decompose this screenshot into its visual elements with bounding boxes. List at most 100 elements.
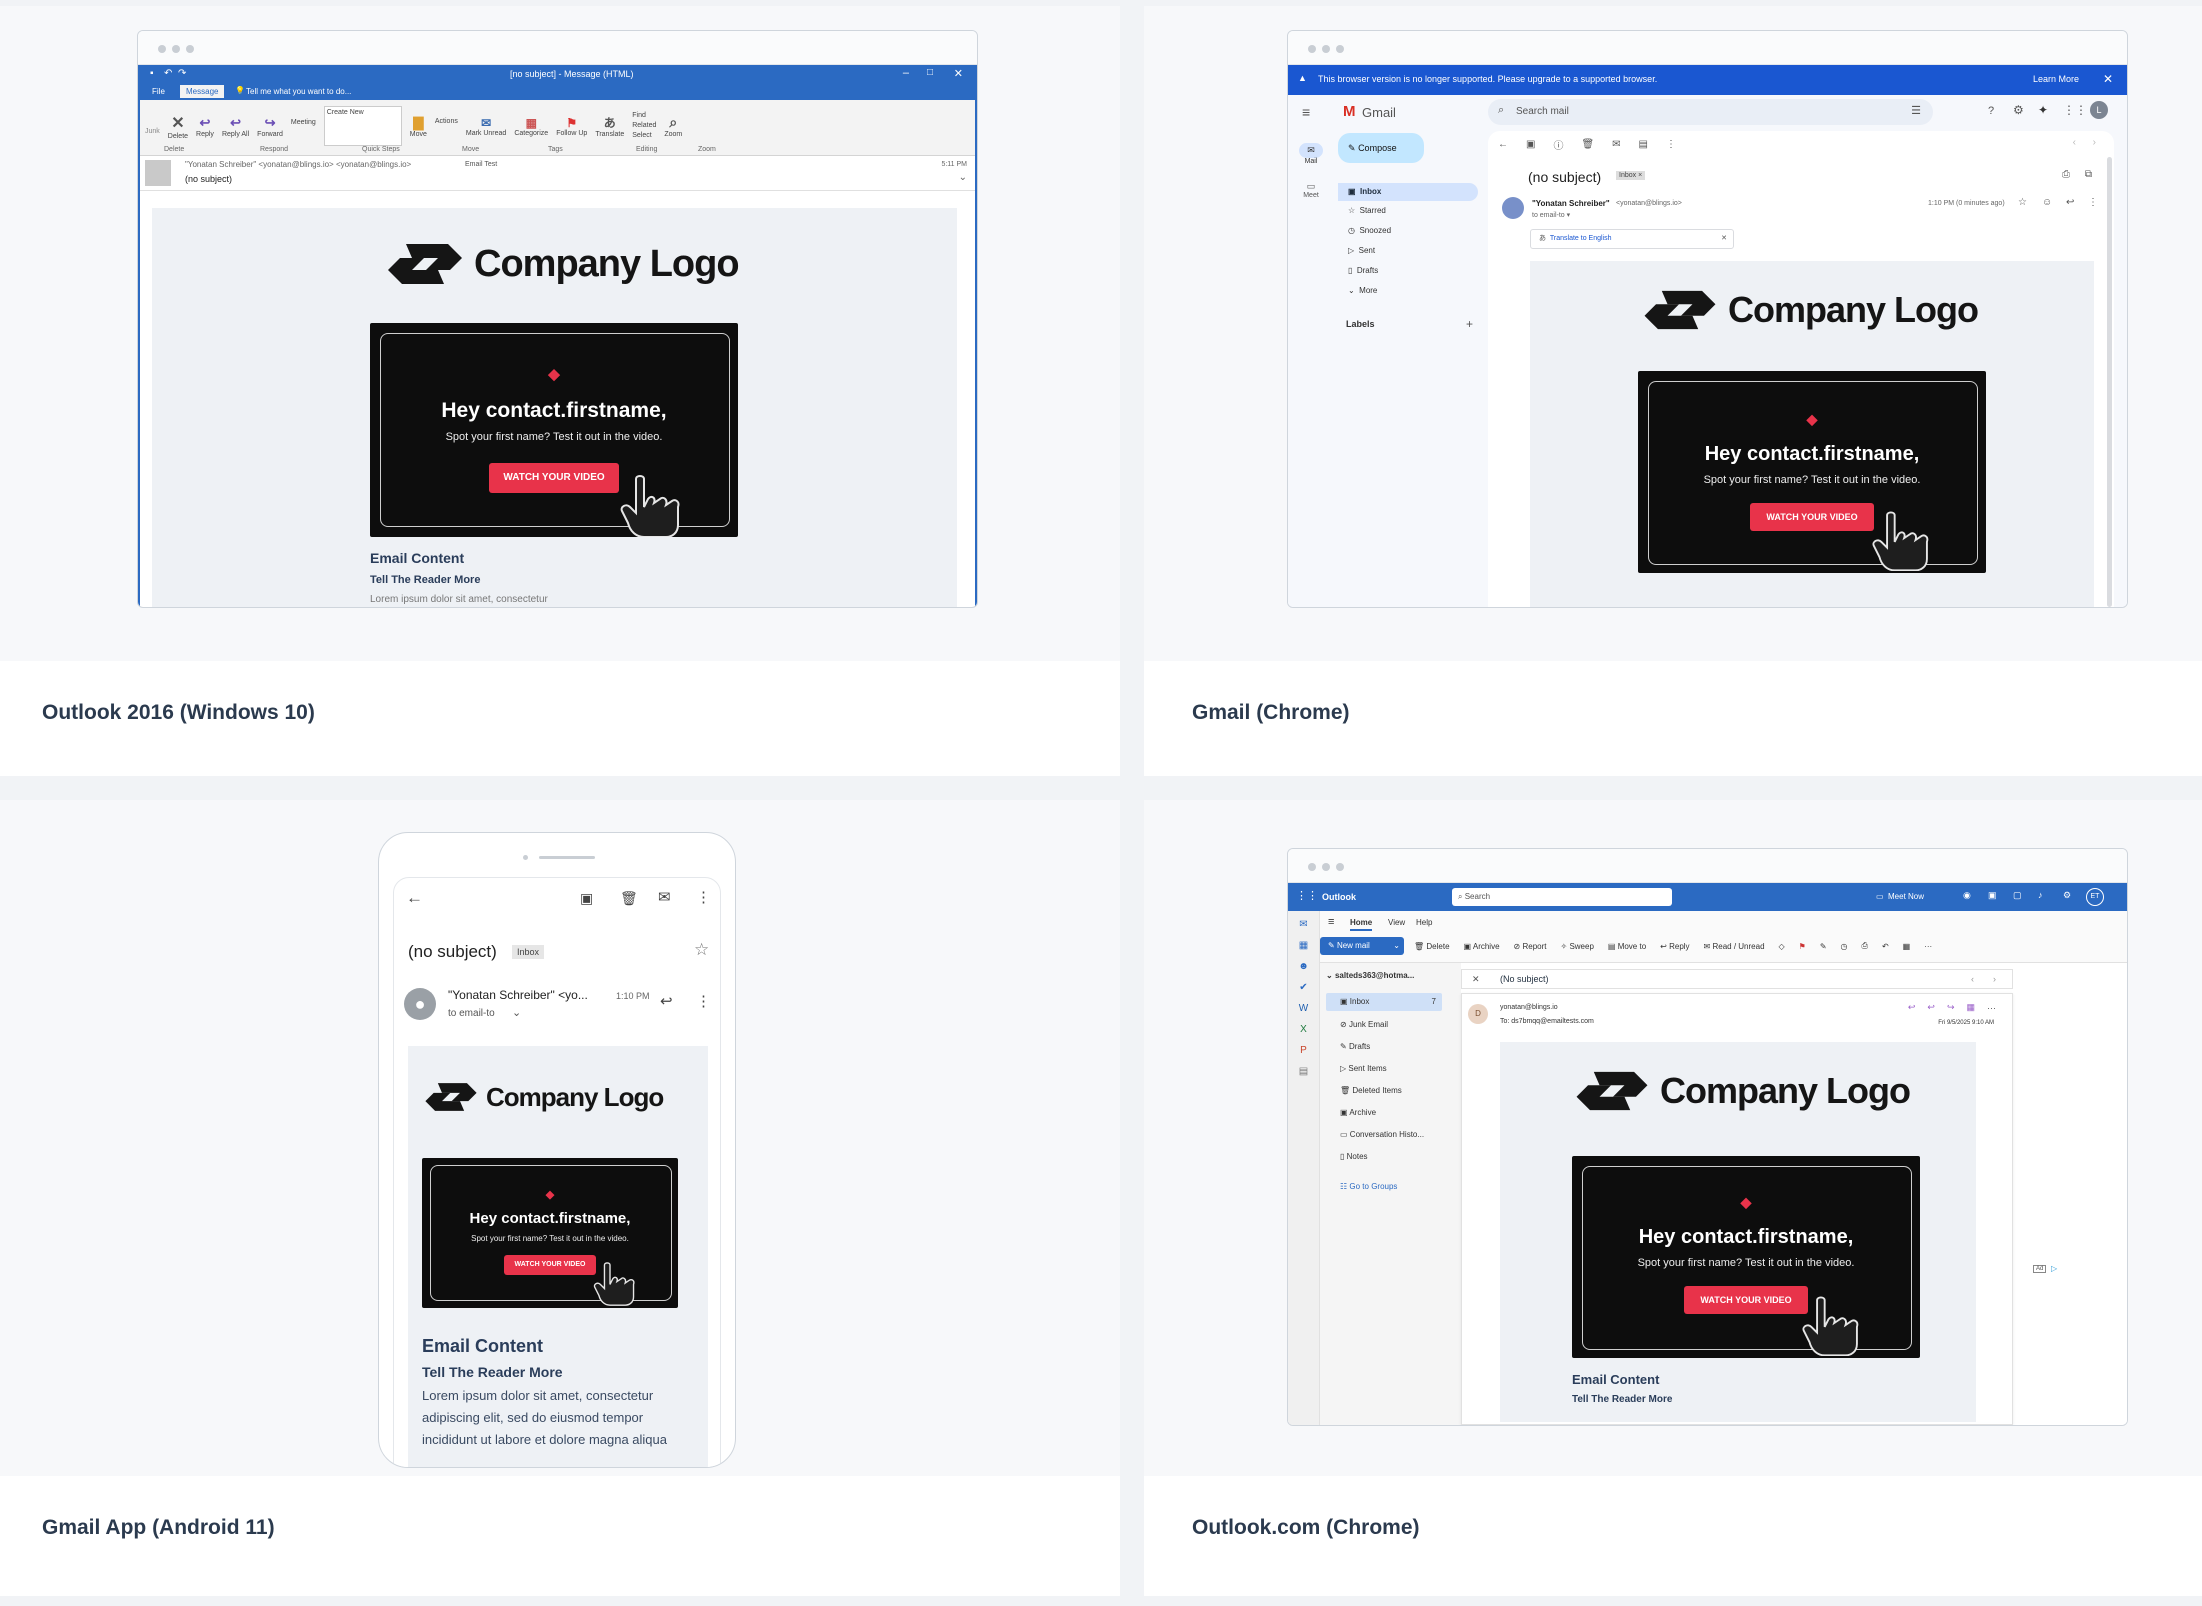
more-icon[interactable]: ⋮ — [2088, 197, 2098, 208]
menu-icon[interactable]: ≡ — [1302, 104, 1310, 120]
todo-icon[interactable]: ▣ — [1988, 890, 1997, 901]
more-icon[interactable]: ··· — [1987, 1003, 1996, 1013]
archive-icon[interactable]: ▣ — [580, 890, 593, 907]
bell-icon[interactable]: ♪ — [2038, 890, 2043, 900]
tab-message[interactable]: Message — [180, 85, 225, 98]
meet-now-button[interactable]: ▭ Meet Now — [1876, 892, 1924, 901]
archive-icon[interactable]: ▣ — [1526, 139, 1535, 150]
star-icon[interactable]: ☆ — [2018, 197, 2027, 208]
search-input[interactable]: Search mail — [1516, 106, 1569, 117]
watch-video-button[interactable]: WATCH YOUR VIDEO — [504, 1255, 596, 1275]
folder-archive[interactable]: ▣ Archive — [1340, 1108, 1376, 1117]
mail-rail-item[interactable]: ✉ Mail — [1299, 143, 1323, 165]
video-thumbnail[interactable]: ◆ Hey contact.firstname, Spot your first… — [1638, 371, 1986, 573]
forward-icon[interactable]: ↪ — [1947, 1002, 1955, 1013]
read-unread-button[interactable]: ✉ Read / Unread — [1704, 942, 1765, 951]
folder-snoozed[interactable]: ◷ Snoozed — [1348, 226, 1391, 235]
layout-icon[interactable]: ▦ — [1966, 1002, 1975, 1013]
calendar-icon[interactable]: ▢ — [2013, 890, 2022, 901]
reply-all-icon[interactable]: ↩ — [1927, 1002, 1935, 1013]
ad-badge[interactable]: Ad — [2033, 1265, 2047, 1273]
watch-video-button[interactable]: WATCH YOUR VIDEO — [1750, 503, 1874, 531]
reply-button[interactable]: ↩ Reply — [196, 115, 214, 138]
account-name[interactable]: ⌄ salteds363@hotma... — [1326, 971, 1414, 980]
undo-icon[interactable]: ↶ — [164, 68, 172, 79]
pin-icon[interactable]: ✎ — [1820, 942, 1827, 951]
maximize-button[interactable]: □ — [927, 67, 933, 78]
folder-conversation-history[interactable]: ▭ Conversation Histo... — [1340, 1130, 1424, 1139]
more-apps-icon[interactable]: ▤ — [1288, 1066, 1319, 1077]
help-icon[interactable]: ? — [1988, 105, 1994, 117]
emoji-icon[interactable]: ☺ — [2042, 197, 2052, 208]
folder-starred[interactable]: ☆ Starred — [1348, 206, 1386, 215]
report-button[interactable]: ⊘ Report — [1514, 942, 1547, 951]
folder-inbox[interactable]: ▣ Inbox 7 — [1326, 993, 1442, 1011]
powerpoint-app-icon[interactable]: P — [1288, 1045, 1319, 1056]
gemini-icon[interactable]: ✦ — [2038, 103, 2048, 117]
snooze-icon[interactable]: ◷ — [1841, 942, 1848, 951]
account-avatar[interactable]: L — [2090, 101, 2108, 119]
zoom-button[interactable]: ⌕ Zoom — [664, 114, 682, 138]
tab-help[interactable]: Help — [1416, 918, 1432, 927]
new-mail-button[interactable]: ✎ New mail ⌄ — [1320, 937, 1404, 955]
more-icon[interactable]: ⋮ — [696, 992, 711, 1010]
go-to-groups-link[interactable]: ☷ Go to Groups — [1340, 1182, 1397, 1191]
actions-button[interactable]: Actions — [435, 118, 458, 125]
close-icon[interactable]: ✕ — [1472, 970, 1480, 988]
save-icon[interactable]: ▪ — [150, 68, 154, 79]
search-bar[interactable]: ⌕ Search mail ☰ — [1488, 99, 1933, 125]
reply-icon[interactable]: ↩ — [660, 992, 673, 1010]
scrollbar[interactable] — [2107, 157, 2112, 607]
close-button[interactable]: ✕ — [954, 67, 963, 80]
chevron-down-icon[interactable]: ⌄ — [512, 1006, 521, 1019]
folder-junk[interactable]: ⊘ Junk Email — [1340, 1020, 1388, 1029]
sweep-button[interactable]: ✧ Sweep — [1561, 942, 1594, 951]
compose-button[interactable]: ✎ Compose — [1338, 133, 1424, 163]
forward-button[interactable]: ↪ Forward — [257, 115, 283, 138]
translate-bar[interactable]: あ Translate to English ✕ — [1530, 229, 1734, 249]
next-icon[interactable]: › — [2093, 137, 2096, 148]
folder-more[interactable]: ⌄ More — [1348, 286, 1377, 295]
watch-video-button[interactable]: WATCH YOUR VIDEO — [1684, 1286, 1808, 1314]
junk-button[interactable]: Junk — [145, 128, 160, 135]
expand-icon[interactable]: ⌄ — [959, 172, 967, 183]
reply-all-button[interactable]: ↩ Reply All — [222, 115, 249, 138]
back-arrow-icon[interactable]: ← — [406, 888, 423, 908]
undo-icon[interactable]: ↶ — [1882, 942, 1889, 951]
close-banner-icon[interactable]: ✕ — [2103, 72, 2113, 86]
trash-icon[interactable]: 🗑 — [620, 890, 638, 907]
apps-icon[interactable]: ⋮⋮ — [2063, 103, 2087, 117]
translate-button[interactable]: あ Translate — [595, 114, 624, 138]
categorize-button[interactable]: ▦ Categorize — [514, 116, 548, 137]
video-thumbnail[interactable]: ◆ Hey contact.firstname, Spot your first… — [1572, 1156, 1920, 1358]
back-arrow-icon[interactable]: ← — [1498, 139, 1508, 150]
quick-steps-box[interactable]: Create New — [323, 106, 402, 146]
teams-icon[interactable]: ◉ — [1963, 890, 1971, 901]
video-thumbnail[interactable]: ◆ Hey contact.firstname, Spot your first… — [422, 1158, 678, 1308]
folder-sent[interactable]: ▷ Sent Items — [1340, 1064, 1387, 1073]
mark-unread-button[interactable]: ✉ Mark Unread — [466, 116, 506, 137]
more-icon[interactable]: ··· — [1924, 942, 1932, 951]
follow-up-button[interactable]: ⚑ Follow Up — [556, 116, 587, 137]
next-icon[interactable]: › — [1993, 970, 1996, 988]
inbox-chip[interactable]: Inbox × — [1616, 171, 1646, 180]
folder-inbox[interactable]: ▣ Inbox — [1338, 183, 1478, 201]
flag-icon[interactable]: ⚑ — [1799, 942, 1806, 951]
report-icon[interactable]: ⓘ — [1553, 137, 1563, 152]
reply-icon[interactable]: ↩ — [1908, 1002, 1916, 1013]
reply-button[interactable]: ↩ Reply — [1660, 942, 1689, 951]
account-avatar[interactable]: ET — [2086, 888, 2104, 906]
hamburger-icon[interactable]: ≡ — [1328, 916, 1334, 928]
app-launcher-icon[interactable]: ⋮⋮ — [1296, 889, 1318, 902]
more-icon[interactable]: ⋮ — [696, 888, 711, 906]
search-input[interactable]: ⌕ Search — [1452, 888, 1672, 906]
mail-app-icon[interactable]: ✉ — [1288, 919, 1319, 930]
mail-icon[interactable]: ✉ — [658, 888, 671, 906]
redo-icon[interactable]: ↷ — [178, 68, 186, 79]
minimize-button[interactable]: – — [903, 67, 909, 79]
word-app-icon[interactable]: W — [1288, 1003, 1319, 1014]
folder-notes[interactable]: ▯ Notes — [1340, 1152, 1368, 1161]
delete-button[interactable]: 🗑 Delete — [1414, 942, 1450, 951]
prev-icon[interactable]: ‹ — [1971, 970, 1974, 988]
reply-icon[interactable]: ↩ — [2066, 197, 2074, 208]
